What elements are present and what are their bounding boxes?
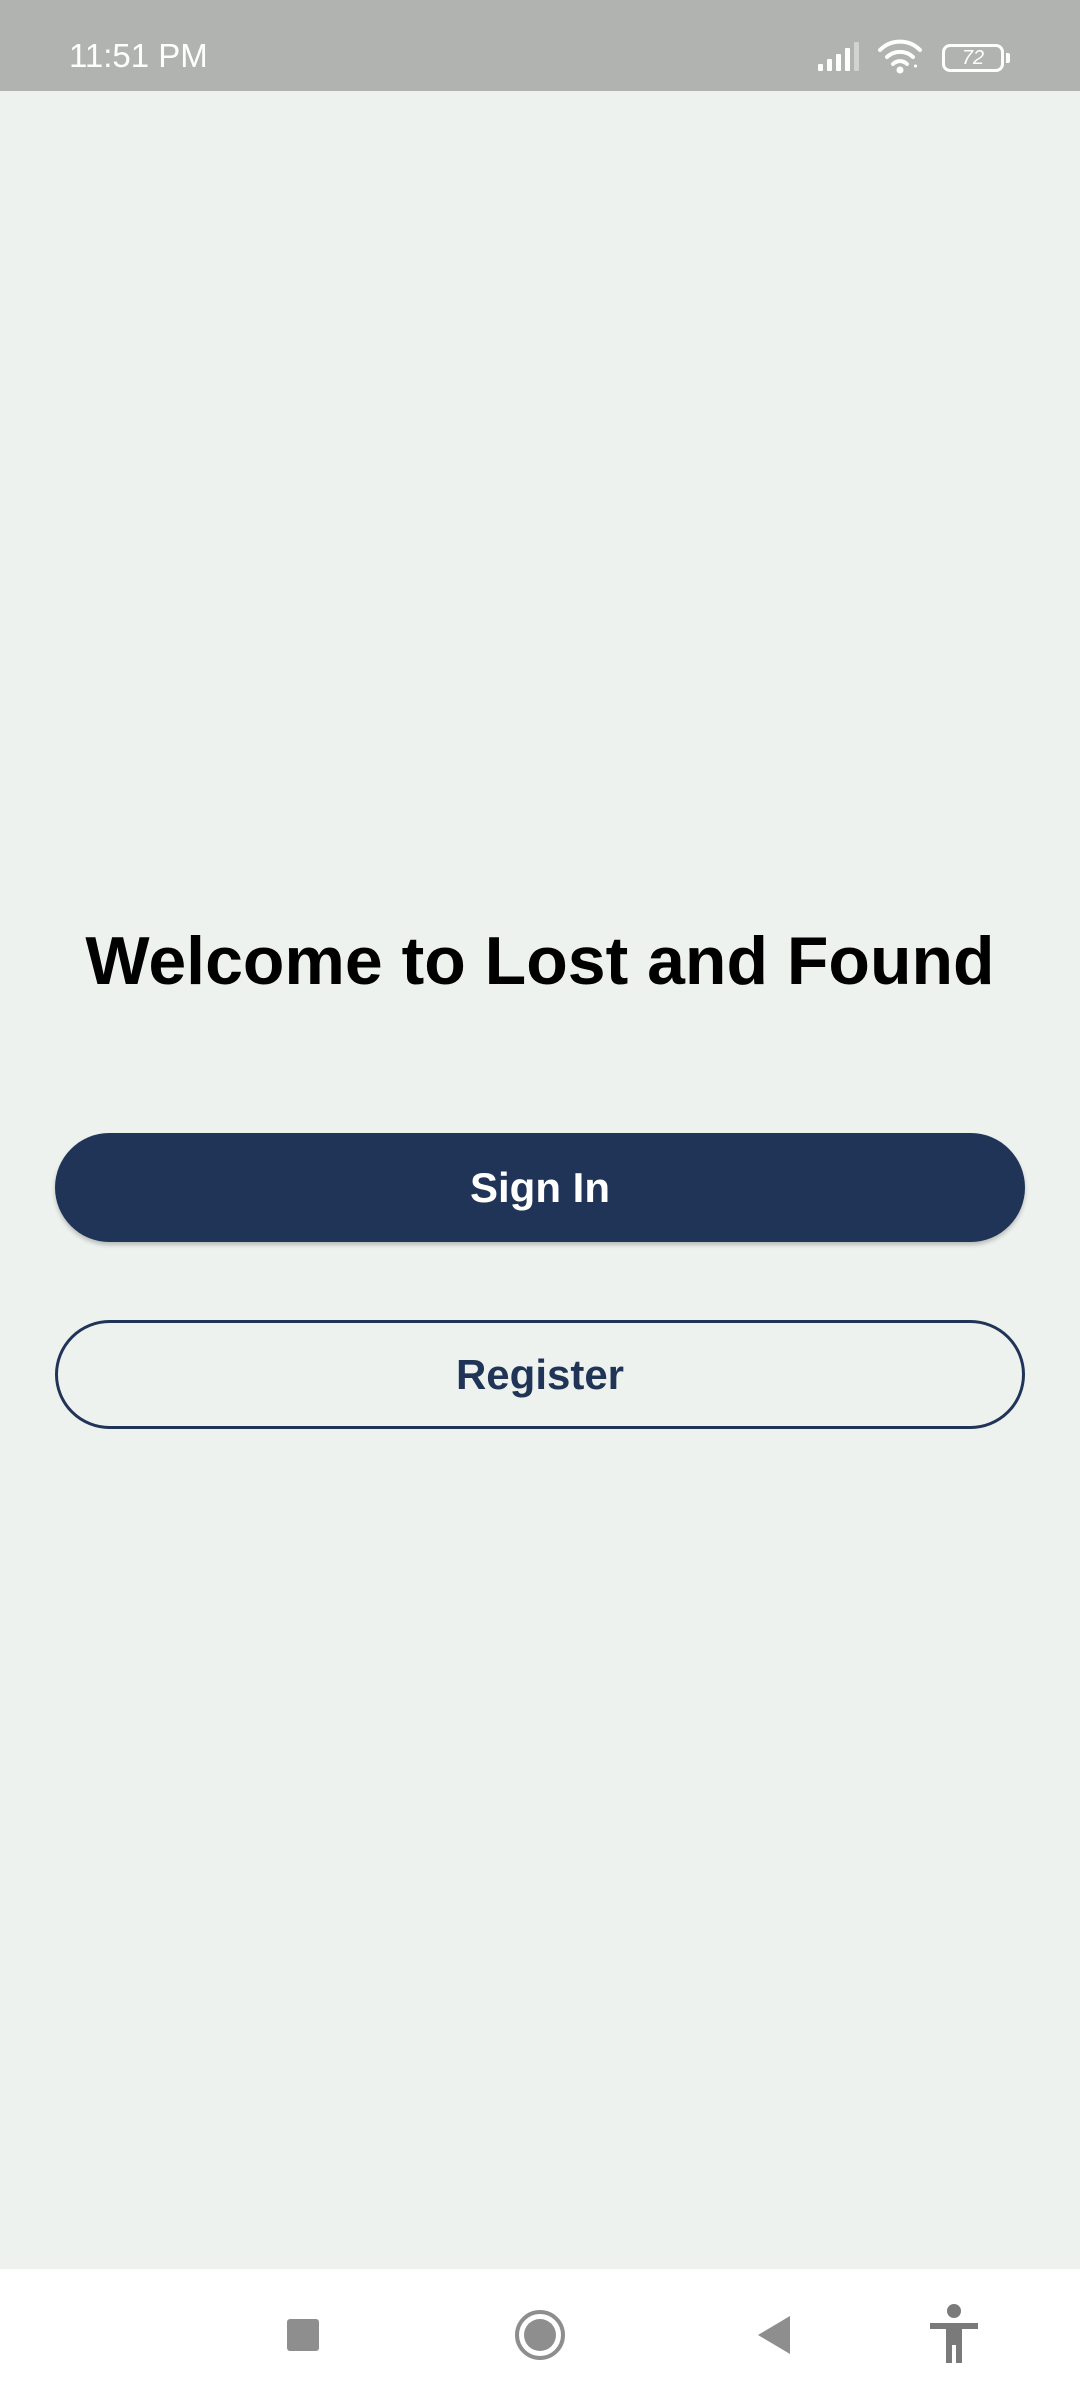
battery-icon: 72 xyxy=(942,44,1010,72)
status-time: 11:51 PM xyxy=(69,37,208,74)
back-icon[interactable] xyxy=(714,2269,834,2400)
status-bar: 11:51 PM 72 xyxy=(0,0,1080,91)
accessibility-icon[interactable] xyxy=(894,2269,1014,2400)
sign-in-button[interactable]: Sign In xyxy=(55,1133,1025,1242)
page-title: Welcome to Lost and Found xyxy=(85,923,995,999)
main-content: Welcome to Lost and Found Sign In Regist… xyxy=(0,91,1080,2269)
battery-tip xyxy=(1006,53,1010,63)
status-icons: 72 xyxy=(816,38,1010,79)
home-icon[interactable] xyxy=(480,2269,600,2400)
recents-icon[interactable] xyxy=(243,2269,363,2400)
register-button[interactable]: Register xyxy=(55,1320,1025,1429)
navigation-bar xyxy=(0,2269,1080,2400)
wifi-icon xyxy=(876,38,924,79)
signal-icon xyxy=(816,40,864,77)
battery-level: 72 xyxy=(961,47,985,69)
